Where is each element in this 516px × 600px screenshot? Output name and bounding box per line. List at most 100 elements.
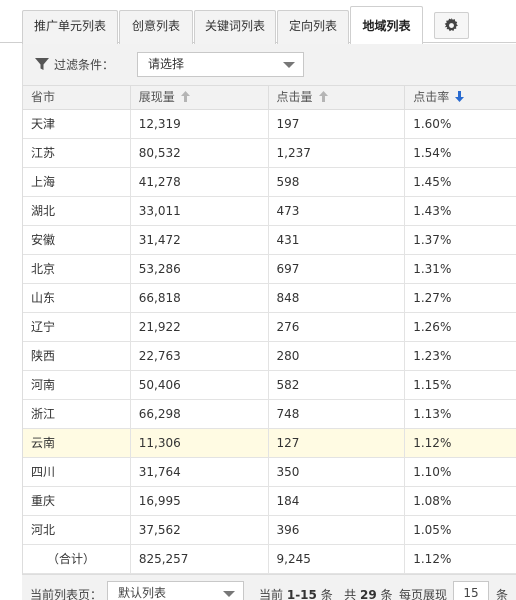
table-row[interactable]: 四川 31,764 350 1.10% — [23, 458, 516, 487]
cell-clicks: 396 — [269, 516, 406, 544]
table-row[interactable]: 辽宁 21,922 276 1.26% — [23, 313, 516, 342]
cell-clicks: 197 — [269, 110, 406, 138]
table-total-row: （合计） 825,257 9,245 1.12% — [23, 545, 516, 574]
sort-up-icon — [180, 91, 190, 102]
cell-province: 辽宁 — [23, 313, 131, 341]
cell-ctr: 1.10% — [413, 465, 452, 479]
cell-ctr: 1.37% — [413, 233, 452, 247]
page-size-label: 每页展现 — [399, 588, 448, 600]
cell-ctr: 1.13% — [413, 407, 452, 421]
cell-clicks: 431 — [269, 226, 406, 254]
table-row[interactable]: 河北 37,562 396 1.05% — [23, 516, 516, 545]
cell-impressions: 12,319 — [131, 110, 269, 138]
chevron-down-icon — [223, 591, 235, 597]
column-header-province[interactable]: 省市 — [23, 86, 131, 110]
cell-impressions: 37,562 — [131, 516, 269, 544]
cell-clicks: 1,237 — [269, 139, 406, 167]
cell-province: 上海 — [23, 168, 131, 196]
cell-impressions: 80,532 — [131, 139, 269, 167]
cell-clicks: 848 — [269, 284, 406, 312]
cell-province: 四川 — [23, 458, 131, 486]
page-info: 当前 1-15 条 共 29 条 — [259, 588, 393, 600]
cell-impressions: 33,011 — [131, 197, 269, 225]
cell-province: 云南 — [23, 429, 131, 457]
filter-select[interactable]: 请选择 — [137, 52, 304, 77]
column-header-ctr[interactable]: 点击率 — [405, 86, 516, 110]
cell-impressions: 11,306 — [131, 429, 269, 457]
filter-select-value: 请选择 — [148, 57, 185, 71]
cell-ctr: 1.12% — [413, 436, 452, 450]
cell-impressions-total: 825,257 — [131, 545, 269, 573]
sort-up-icon — [318, 91, 328, 102]
page-list-select[interactable]: 默认列表 — [107, 581, 244, 600]
cell-province: 河南 — [23, 371, 131, 399]
column-header-clicks[interactable]: 点击量 — [269, 86, 406, 110]
gear-icon — [444, 18, 458, 32]
cell-impressions: 66,818 — [131, 284, 269, 312]
filter-label: 过滤条件： — [54, 58, 115, 72]
region-table: 省市 展现量 点击量 点击率 天津 12,319 197 1.60% 江苏 80,532 1… — [22, 85, 516, 574]
cell-ctr-total: 1.12% — [413, 552, 452, 566]
cell-province: 浙江 — [23, 400, 131, 428]
cell-clicks: 748 — [269, 400, 406, 428]
cell-ctr: 1.43% — [413, 204, 452, 218]
cell-clicks: 350 — [269, 458, 406, 486]
cell-ctr: 1.45% — [413, 175, 452, 189]
cell-impressions: 41,278 — [131, 168, 269, 196]
cell-ctr: 1.15% — [413, 378, 452, 392]
table-row[interactable]: 云南 11,306 127 1.12% — [23, 429, 516, 458]
page-list-label: 当前列表页： — [30, 588, 103, 600]
cell-ctr: 1.08% — [413, 494, 452, 508]
cell-province: 江苏 — [23, 139, 131, 167]
table-row[interactable]: 浙江 66,298 748 1.13% — [23, 400, 516, 429]
cell-impressions: 22,763 — [131, 342, 269, 370]
cell-province: 山东 — [23, 284, 131, 312]
cell-clicks-total: 9,245 — [269, 545, 406, 573]
cell-clicks: 280 — [269, 342, 406, 370]
page-size-unit: 条 — [496, 588, 509, 600]
tab-targeting-list[interactable]: 定向列表 — [277, 10, 349, 44]
cell-clicks: 127 — [269, 429, 406, 457]
sort-down-icon — [455, 91, 465, 102]
cell-province: 天津 — [23, 110, 131, 138]
cell-clicks: 598 — [269, 168, 406, 196]
cell-ctr: 1.60% — [413, 117, 452, 131]
column-header-impressions[interactable]: 展现量 — [131, 86, 269, 110]
table-row[interactable]: 河南 50,406 582 1.15% — [23, 371, 516, 400]
tab-region-list[interactable]: 地域列表 — [350, 6, 423, 44]
cell-ctr: 1.54% — [413, 146, 452, 160]
table-row[interactable]: 天津 12,319 197 1.60% — [23, 110, 516, 139]
cell-province: 重庆 — [23, 487, 131, 515]
table-row[interactable]: 湖北 33,011 473 1.43% — [23, 197, 516, 226]
cell-province: 湖北 — [23, 197, 131, 225]
settings-button[interactable] — [434, 12, 469, 39]
cell-impressions: 53,286 — [131, 255, 269, 283]
table-row[interactable]: 江苏 80,532 1,237 1.54% — [23, 139, 516, 168]
table-row[interactable]: 重庆 16,995 184 1.08% — [23, 487, 516, 516]
table-row[interactable]: 上海 41,278 598 1.45% — [23, 168, 516, 197]
cell-clicks: 276 — [269, 313, 406, 341]
tab-creative-list[interactable]: 创意列表 — [119, 10, 193, 44]
chevron-down-icon — [283, 62, 295, 68]
table-body: 天津 12,319 197 1.60% 江苏 80,532 1,237 1.54% 上海 41,2… — [23, 110, 516, 574]
cell-province: 安徽 — [23, 226, 131, 254]
page-size-input[interactable]: 15 — [453, 581, 489, 600]
table-row[interactable]: 安徽 31,472 431 1.37% — [23, 226, 516, 255]
table-row[interactable]: 陕西 22,763 280 1.23% — [23, 342, 516, 371]
cell-impressions: 50,406 — [131, 371, 269, 399]
cell-clicks: 184 — [269, 487, 406, 515]
tab-unit-list[interactable]: 推广单元列表 — [22, 10, 118, 44]
table-row[interactable]: 山东 66,818 848 1.27% — [23, 284, 516, 313]
cell-ctr: 1.31% — [413, 262, 452, 276]
cell-clicks: 582 — [269, 371, 406, 399]
tab-keyword-list[interactable]: 关键词列表 — [194, 10, 276, 44]
cell-ctr: 1.26% — [413, 320, 452, 334]
cell-impressions: 31,764 — [131, 458, 269, 486]
table-row[interactable]: 北京 53,286 697 1.31% — [23, 255, 516, 284]
pager: 当前列表页： 默认列表 当前 1-15 条 共 29 条 每页展现 15 条 — [22, 574, 516, 600]
table-header: 省市 展现量 点击量 点击率 — [23, 85, 516, 110]
cell-impressions: 21,922 — [131, 313, 269, 341]
cell-province: 北京 — [23, 255, 131, 283]
cell-impressions: 31,472 — [131, 226, 269, 254]
funnel-icon — [35, 58, 49, 70]
